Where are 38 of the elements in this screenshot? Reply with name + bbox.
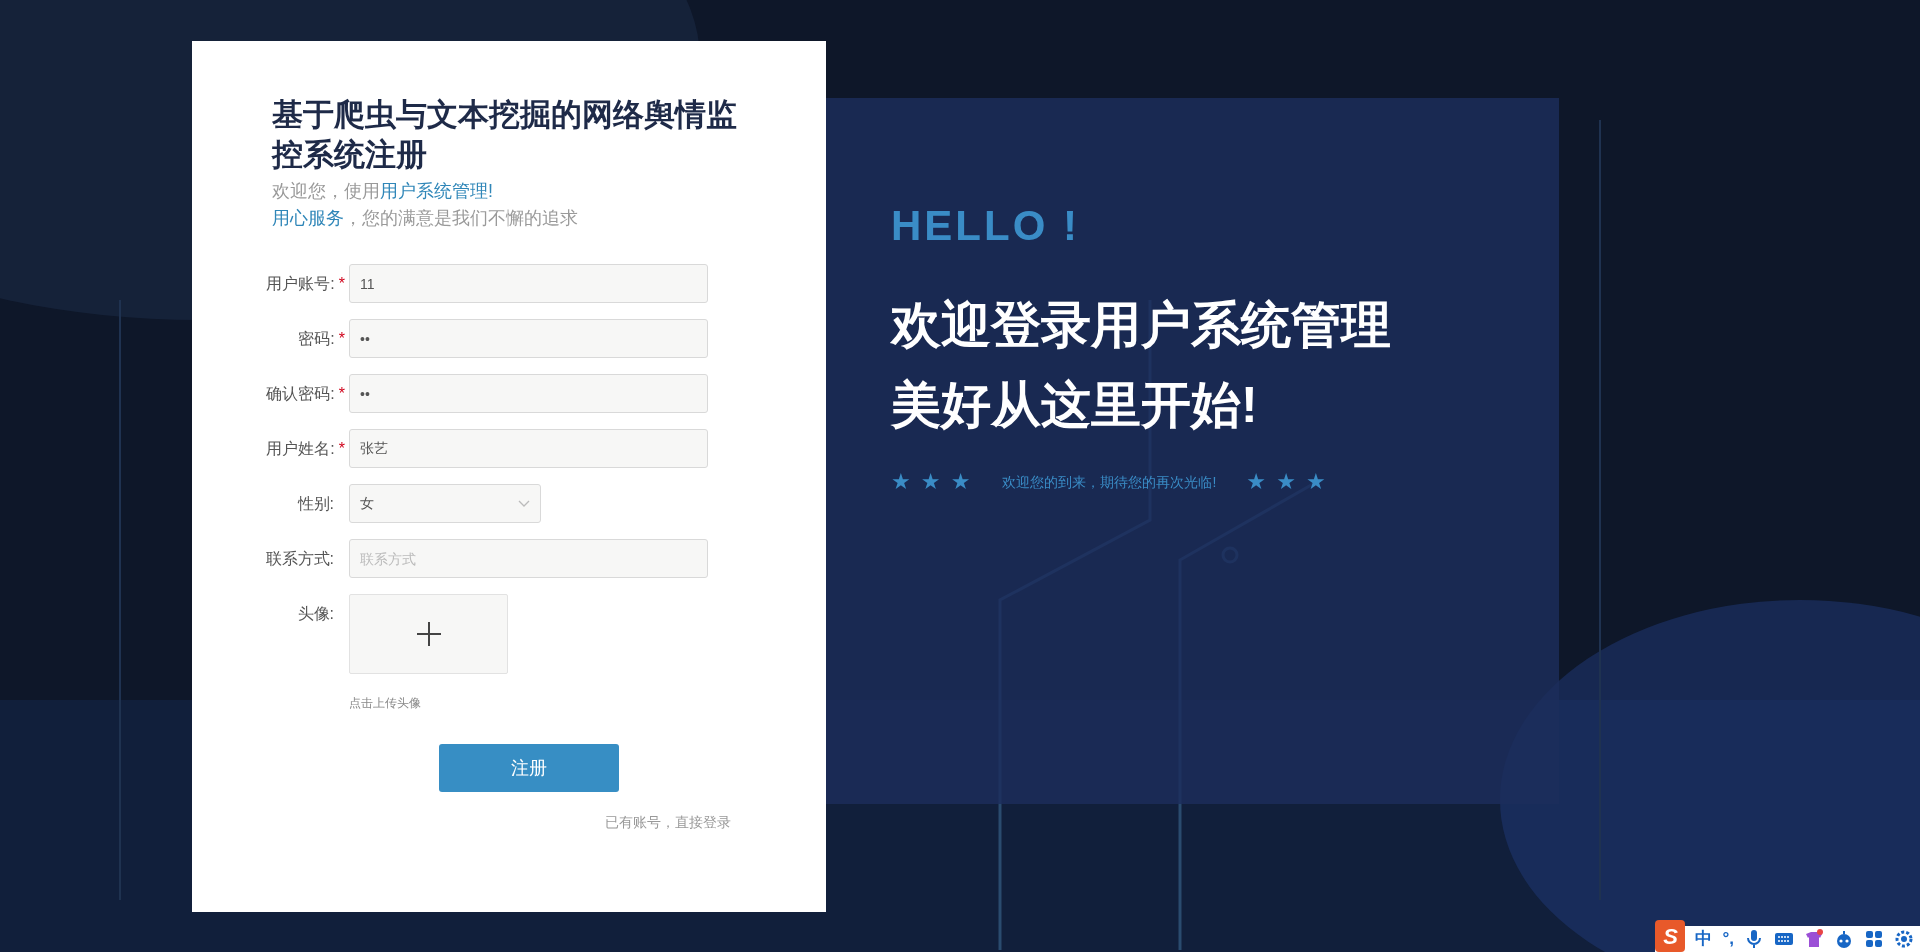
robot-icon[interactable] — [1834, 929, 1854, 949]
required-mark: * — [338, 274, 345, 295]
register-button[interactable]: 注册 — [439, 744, 619, 793]
subtitle-text: 用心服务，您的满意是我们不懈的追求 — [272, 207, 579, 231]
required-mark: * — [338, 329, 345, 350]
field-label: 用户姓名: — [266, 439, 335, 460]
punctuation-toggle[interactable]: °, — [1722, 926, 1734, 952]
input-field[interactable]: 11 — [349, 264, 708, 304]
input-field[interactable]: •• — [349, 319, 708, 359]
plus-icon — [414, 620, 443, 649]
input-field[interactable]: 张艺 — [349, 429, 708, 469]
microphone-icon[interactable] — [1744, 929, 1764, 949]
subtitle-text: 欢迎您，使用用户系统管理! — [272, 180, 494, 204]
welcome-headline: 欢迎登录用户系统管理 — [891, 296, 1392, 356]
grid-icon[interactable] — [1864, 929, 1884, 949]
select-field[interactable]: 女 — [349, 484, 541, 524]
field-label: 头像: — [297, 604, 334, 625]
page-title: 基于爬虫与文本挖掘的网络舆情监控系统注册 — [272, 96, 738, 174]
input-field[interactable]: 联系方式 — [349, 539, 708, 579]
welcome-headline: 美好从这里开始! — [891, 376, 1259, 436]
ime-logo[interactable]: S — [1655, 920, 1686, 952]
star-row: ★ ★ ★ — [1246, 471, 1328, 494]
upload-hint: 点击上传头像 — [349, 695, 422, 713]
required-mark: * — [338, 384, 345, 405]
star-row: ★ ★ ★ — [891, 471, 973, 494]
hello-heading: HELLO ! — [891, 203, 1081, 250]
input-field[interactable]: •• — [349, 374, 708, 414]
field-label: 用户账号: — [266, 274, 335, 295]
field-label: 性别: — [297, 494, 334, 515]
chevron-down-icon — [518, 499, 530, 508]
tagline: 欢迎您的到来，期待您的再次光临! — [1002, 472, 1217, 492]
field-label: 密码: — [298, 329, 335, 350]
shirt-icon[interactable] — [1804, 929, 1824, 949]
field-label: 联系方式: — [265, 549, 334, 570]
settings-icon[interactable] — [1894, 929, 1914, 949]
required-mark: * — [338, 439, 345, 460]
ime-mode-toggle[interactable]: 中 — [1695, 926, 1713, 952]
field-label: 确认密码: — [266, 384, 335, 405]
